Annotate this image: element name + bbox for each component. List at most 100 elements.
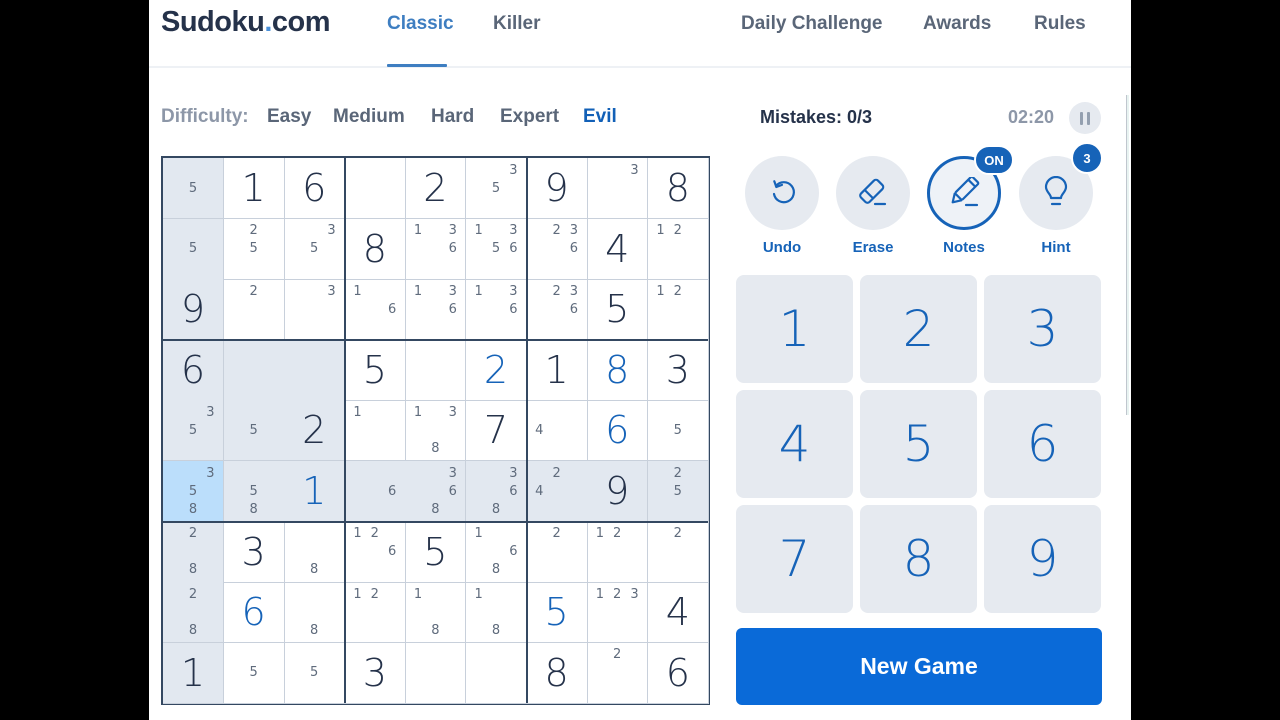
board-cell-r3c1[interactable]: 9 (163, 279, 224, 341)
board-cell-r5c9[interactable]: 5 (647, 400, 709, 462)
numpad-key-1[interactable]: 1 (736, 275, 853, 383)
board-cell-r4c2[interactable] (223, 339, 285, 401)
numpad-key-5[interactable]: 5 (860, 390, 977, 498)
board-cell-r1c9[interactable]: 8 (647, 158, 709, 219)
board-cell-r4c9[interactable]: 3 (647, 339, 709, 401)
board-cell-r1c7[interactable]: 9 (526, 158, 588, 219)
new-game-button[interactable]: New Game (736, 628, 1102, 705)
hint-button[interactable]: 3 Hint (1019, 142, 1103, 256)
logo[interactable]: Sudoku.com (161, 6, 331, 39)
board-cell-r6c2[interactable]: 58 (223, 461, 285, 522)
numpad-key-2[interactable]: 2 (860, 275, 977, 383)
board-cell-r8c5[interactable]: 18 (405, 582, 467, 644)
nav-rules[interactable]: Rules (1034, 13, 1086, 35)
board-cell-r8c4[interactable]: 12 (344, 582, 406, 644)
board-cell-r7c9[interactable]: 2 (647, 521, 709, 583)
difficulty-expert[interactable]: Expert (500, 106, 559, 128)
pause-button[interactable] (1069, 102, 1101, 134)
board-cell-r4c3[interactable] (284, 339, 346, 401)
board-cell-r9c3[interactable]: 5 (284, 642, 346, 704)
board-cell-r6c8[interactable]: 9 (587, 461, 649, 522)
numpad-key-3[interactable]: 3 (984, 275, 1101, 383)
board-cell-r8c6[interactable]: 18 (466, 582, 527, 644)
board-cell-r1c2[interactable]: 1 (223, 158, 285, 219)
board-cell-r6c6[interactable]: 3 68 (466, 461, 527, 522)
board-cell-r9c8[interactable]: 2 (587, 642, 649, 704)
board-cell-r9c2[interactable]: 5 (223, 642, 285, 704)
numpad-key-8[interactable]: 8 (860, 505, 977, 613)
board-cell-r3c8[interactable]: 5 (587, 279, 649, 341)
undo-button[interactable]: Undo (745, 156, 819, 256)
difficulty-medium[interactable]: Medium (333, 106, 405, 128)
numpad-key-9[interactable]: 9 (984, 505, 1101, 613)
board-cell-r7c6[interactable]: 1 68 (466, 521, 527, 583)
board-cell-r5c2[interactable]: 5 (223, 400, 285, 462)
board-cell-r2c3[interactable]: 35 (284, 218, 346, 280)
board-cell-r3c7[interactable]: 23 6 (526, 279, 588, 341)
board-cell-r2c8[interactable]: 4 (587, 218, 649, 280)
difficulty-easy[interactable]: Easy (267, 106, 311, 128)
erase-button[interactable]: Erase (836, 156, 910, 256)
board-cell-r4c7[interactable]: 1 (526, 339, 588, 401)
board-cell-r1c8[interactable]: 3 (587, 158, 649, 219)
board-cell-r9c1[interactable]: 1 (163, 642, 224, 704)
board-cell-r3c2[interactable]: 2 (223, 279, 285, 341)
board-cell-r7c3[interactable]: 8 (284, 521, 346, 583)
board-cell-r5c8[interactable]: 6 (587, 400, 649, 462)
board-cell-r4c8[interactable]: 8 (587, 339, 649, 401)
board-cell-r2c1[interactable]: 5 (163, 218, 224, 280)
board-cell-r8c1[interactable]: 28 (163, 582, 224, 644)
nav-killer[interactable]: Killer (493, 13, 541, 35)
board-cell-r3c6[interactable]: 1 3 6 (466, 279, 527, 341)
board-cell-r6c9[interactable]: 25 (647, 461, 709, 522)
board-cell-r4c4[interactable]: 5 (344, 339, 406, 401)
nav-awards[interactable]: Awards (923, 13, 991, 35)
board-cell-r5c6[interactable]: 7 (466, 400, 527, 462)
board-cell-r2c2[interactable]: 25 (223, 218, 285, 280)
board-cell-r9c4[interactable]: 3 (344, 642, 406, 704)
board-cell-r3c9[interactable]: 12 (647, 279, 709, 341)
board-cell-r1c6[interactable]: 35 (466, 158, 527, 219)
board-cell-r7c5[interactable]: 5 (405, 521, 467, 583)
board-cell-r1c5[interactable]: 2 (405, 158, 467, 219)
board-cell-r7c7[interactable]: 2 (526, 521, 588, 583)
board-cell-r6c3[interactable]: 1 (284, 461, 346, 522)
board-cell-r3c4[interactable]: 16 (344, 279, 406, 341)
notes-button[interactable]: ON Notes (927, 145, 1014, 256)
board-cell-r2c6[interactable]: 1 356 (466, 218, 527, 280)
board-cell-r6c4[interactable]: 6 (344, 461, 406, 522)
board-cell-r8c3[interactable]: 8 (284, 582, 346, 644)
board-cell-r6c5[interactable]: 3 68 (405, 461, 467, 522)
board-cell-r7c8[interactable]: 12 (587, 521, 649, 583)
numpad-key-7[interactable]: 7 (736, 505, 853, 613)
difficulty-hard[interactable]: Hard (431, 106, 474, 128)
board-cell-r3c3[interactable]: 3 (284, 279, 346, 341)
board-cell-r8c8[interactable]: 123 (587, 582, 649, 644)
board-cell-r7c4[interactable]: 126 (344, 521, 406, 583)
board-cell-r3c5[interactable]: 1 3 6 (405, 279, 467, 341)
board-cell-r8c7[interactable]: 5 (526, 582, 588, 644)
numpad-key-4[interactable]: 4 (736, 390, 853, 498)
nav-daily-challenge[interactable]: Daily Challenge (741, 13, 883, 35)
board-cell-r2c5[interactable]: 1 3 6 (405, 218, 467, 280)
board-cell-r1c3[interactable]: 6 (284, 158, 346, 219)
numpad-key-6[interactable]: 6 (984, 390, 1101, 498)
board-cell-r5c4[interactable]: 1 (344, 400, 406, 462)
board-cell-r5c5[interactable]: 1 3 8 (405, 400, 467, 462)
board-cell-r9c6[interactable] (466, 642, 527, 704)
board-cell-r9c5[interactable] (405, 642, 467, 704)
board-cell-r4c5[interactable] (405, 339, 467, 401)
board-cell-r4c6[interactable]: 2 (466, 339, 527, 401)
board-cell-r1c4[interactable] (344, 158, 406, 219)
board-cell-r9c9[interactable]: 6 (647, 642, 709, 704)
board-cell-r2c9[interactable]: 12 (647, 218, 709, 280)
board-cell-r8c2[interactable]: 6 (223, 582, 285, 644)
board-cell-r8c9[interactable]: 4 (647, 582, 709, 644)
board-cell-r6c1[interactable]: 35 8 (163, 461, 224, 522)
board-cell-r9c7[interactable]: 8 (526, 642, 588, 704)
nav-classic[interactable]: Classic (387, 13, 454, 35)
board-cell-r7c2[interactable]: 3 (223, 521, 285, 583)
board-cell-r5c3[interactable]: 2 (284, 400, 346, 462)
board-cell-r5c7[interactable]: 4 (526, 400, 588, 462)
board-cell-r2c7[interactable]: 23 6 (526, 218, 588, 280)
